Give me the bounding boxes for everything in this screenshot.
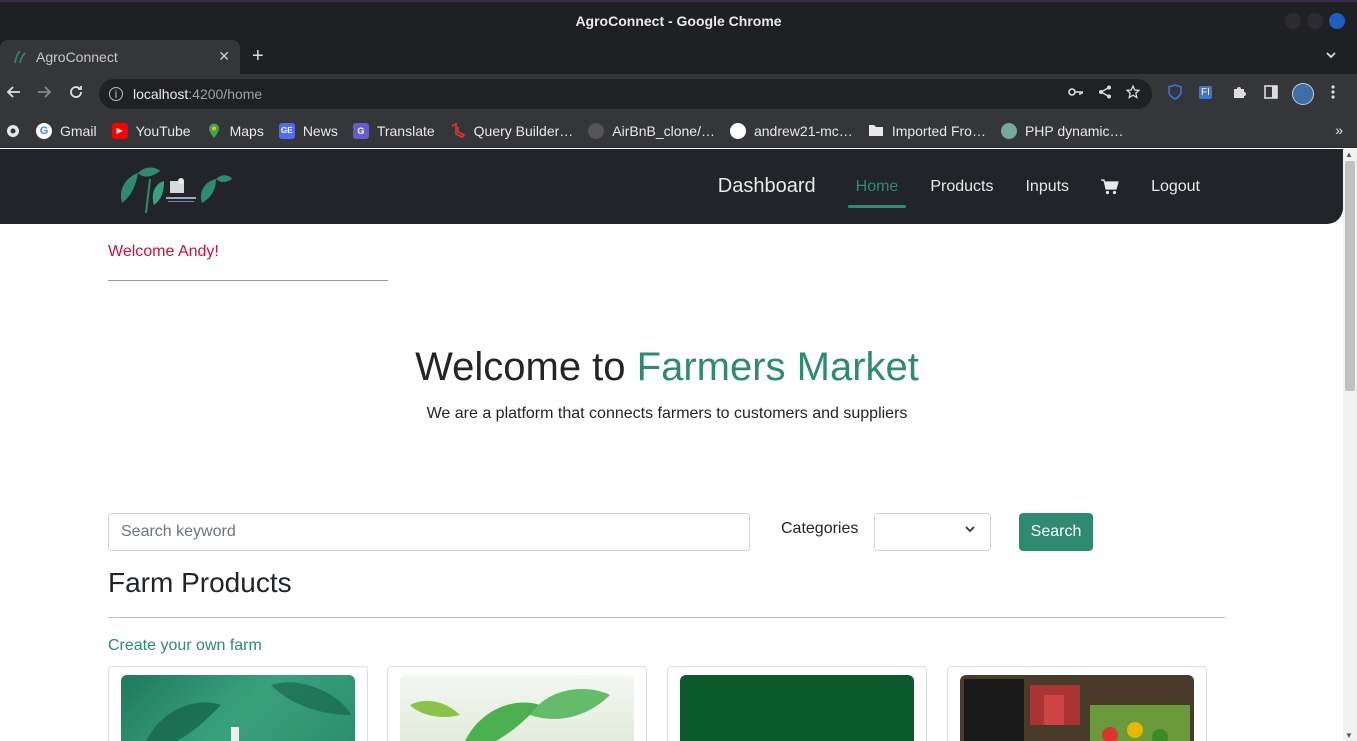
bookmark-airbnb-clone[interactable]: AirBnB_clone/…: [588, 122, 715, 139]
more-menu-icon[interactable]: [1330, 84, 1336, 103]
categories-label: Categories: [781, 520, 859, 537]
bookmark-imported-folder[interactable]: Imported Fro…: [868, 123, 986, 139]
close-window-button[interactable]: [1329, 13, 1345, 29]
chatgpt-icon: [1000, 122, 1017, 139]
nav-inputs[interactable]: Inputs: [1009, 149, 1085, 224]
farm-products-heading: Farm Products: [108, 567, 292, 598]
github-icon: [729, 122, 746, 139]
back-arrow-icon[interactable]: [6, 84, 22, 106]
search-button[interactable]: Search: [1019, 513, 1093, 551]
bookmark-andrew21[interactable]: andrew21-mc…: [729, 122, 853, 139]
tab-close-icon[interactable]: ✕: [218, 48, 230, 65]
folder-icon: [868, 123, 884, 139]
laravel-icon: [450, 122, 466, 139]
product-image: [400, 675, 634, 741]
bookmark-label: Translate: [376, 122, 435, 139]
divider: [108, 280, 388, 281]
bookmark-label: YouTube: [135, 122, 191, 139]
bookmark-star-icon[interactable]: [1125, 84, 1141, 102]
agroconnect-logo[interactable]: [116, 159, 234, 215]
news-icon: GE: [278, 122, 295, 139]
hero-title: Welcome to Farmers Market: [0, 345, 1334, 390]
bookmark-youtube[interactable]: ▶ YouTube: [111, 122, 191, 139]
scroll-up-icon[interactable]: ▲: [1345, 150, 1353, 159]
nav-home[interactable]: Home: [840, 149, 915, 224]
bookmark-label: Gmail: [60, 122, 97, 139]
tab-strip: AgroConnect ✕ +: [0, 40, 1357, 74]
bookmark-gmail[interactable]: G Gmail: [36, 122, 97, 139]
browser-toolbar: i localhost :4200/home FI: [0, 74, 1357, 114]
tab-agroconnect[interactable]: AgroConnect ✕: [0, 40, 240, 74]
bookmark-label: AirBnB_clone/…: [612, 122, 715, 139]
shield-extension-icon[interactable]: [1168, 84, 1182, 103]
cart-icon[interactable]: [1085, 149, 1135, 224]
scroll-down-icon[interactable]: ▼: [1345, 731, 1353, 740]
product-image: [680, 675, 914, 741]
leaf-icon: [12, 49, 28, 65]
window-titlebar: AgroConnect - Google Chrome: [0, 0, 1357, 40]
page-viewport: Dashboard Home Products Inputs Logout We…: [0, 149, 1343, 741]
github-icon: [588, 122, 605, 139]
bookmark-maps[interactable]: Maps: [206, 123, 264, 139]
divider: [108, 617, 1225, 618]
create-farm-link[interactable]: Create your own farm: [108, 637, 262, 655]
key-icon[interactable]: [1068, 85, 1084, 102]
new-tab-button[interactable]: +: [252, 46, 264, 66]
bookmarks-overflow-icon[interactable]: »: [1335, 122, 1343, 138]
hero-title-accent: Farmers Market: [636, 345, 919, 389]
product-card[interactable]: [947, 666, 1207, 741]
bookmark-label: PHP dynamic…: [1024, 122, 1124, 139]
maps-icon: [206, 123, 222, 139]
nav-logout[interactable]: Logout: [1135, 149, 1216, 224]
bookmark-news[interactable]: GE News: [278, 122, 338, 139]
hero-subtitle: We are a platform that connects farmers …: [426, 405, 908, 422]
apps-icon[interactable]: [6, 124, 20, 138]
puzzle-extensions-icon[interactable]: [1231, 84, 1247, 103]
minimize-button[interactable]: [1285, 13, 1301, 29]
url-path: :4200/home: [188, 86, 263, 102]
reload-icon[interactable]: [68, 84, 84, 106]
product-card[interactable]: [387, 666, 647, 741]
youtube-icon: ▶: [111, 122, 128, 139]
window-title: AgroConnect - Google Chrome: [575, 13, 782, 29]
window-controls: [1285, 13, 1345, 29]
product-card[interactable]: [667, 666, 927, 741]
scroll-thumb[interactable]: [1345, 161, 1355, 391]
tab-title: AgroConnect: [36, 49, 118, 65]
address-bar[interactable]: i localhost :4200/home: [99, 79, 1152, 109]
fi-extension-icon[interactable]: FI: [1199, 86, 1212, 99]
product-image: [121, 675, 355, 741]
share-icon[interactable]: [1098, 85, 1112, 102]
forward-arrow-icon[interactable]: [36, 84, 52, 106]
page-scrollbar[interactable]: ▲ ▼: [1343, 149, 1357, 741]
bookmark-query-builder[interactable]: Query Builder…: [450, 122, 574, 139]
chevron-down-icon: [964, 523, 976, 538]
nav-dashboard[interactable]: Dashboard: [702, 149, 840, 224]
bookmark-translate[interactable]: G Translate: [352, 122, 435, 139]
bookmark-php-dynamic[interactable]: PHP dynamic…: [1000, 122, 1124, 139]
profile-avatar[interactable]: [1292, 83, 1314, 105]
bookmark-label: andrew21-mc…: [753, 122, 853, 139]
bookmark-label: News: [302, 122, 338, 139]
tab-search-chevron-icon[interactable]: [1325, 48, 1337, 64]
welcome-user-text: Welcome Andy!: [108, 243, 219, 260]
maximize-button[interactable]: [1307, 13, 1323, 29]
main-nav: Dashboard Home Products Inputs Logout: [702, 149, 1216, 224]
side-panel-icon[interactable]: [1263, 84, 1279, 103]
categories-select[interactable]: [874, 513, 991, 551]
google-icon: G: [36, 122, 52, 139]
nav-products[interactable]: Products: [914, 149, 1009, 224]
bookmark-label: Query Builder…: [473, 122, 574, 139]
app-navbar: Dashboard Home Products Inputs Logout: [0, 149, 1343, 224]
search-input[interactable]: [108, 513, 750, 551]
product-image: [960, 675, 1194, 741]
site-info-icon[interactable]: i: [109, 87, 123, 101]
translate-icon: G: [352, 122, 369, 139]
bookmark-label: Maps: [229, 122, 264, 139]
url-host: localhost: [133, 86, 189, 102]
hero-title-prefix: Welcome to: [415, 345, 637, 389]
bookmarks-bar: G Gmail ▶ YouTube Maps GE News G Transla…: [0, 114, 1357, 148]
bookmark-label: Imported Fro…: [891, 122, 986, 139]
product-card[interactable]: [108, 666, 368, 741]
